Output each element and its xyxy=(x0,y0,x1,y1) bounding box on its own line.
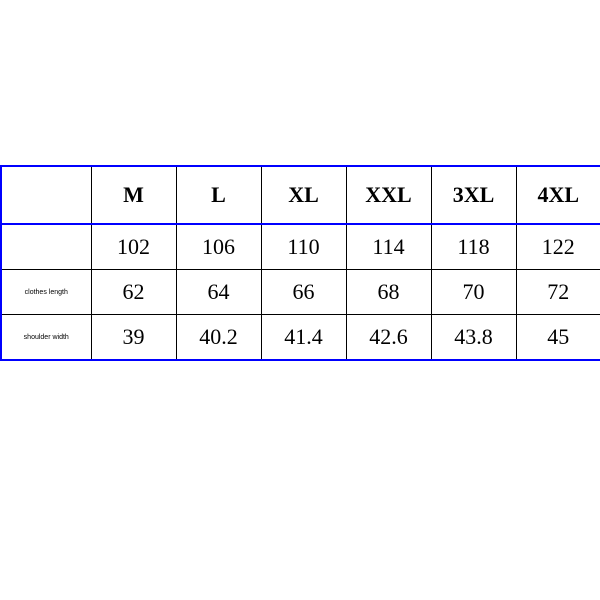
header-m: M xyxy=(91,166,176,224)
cell: 40.2 xyxy=(176,315,261,361)
cell: 118 xyxy=(431,224,516,270)
cell: 62 xyxy=(91,270,176,315)
size-table: M L XL XXL 3XL 4XL 102 106 110 114 118 1… xyxy=(0,165,600,361)
header-3xl: 3XL xyxy=(431,166,516,224)
cell: 72 xyxy=(516,270,600,315)
cell: 106 xyxy=(176,224,261,270)
cell: 110 xyxy=(261,224,346,270)
row-label-bust xyxy=(1,224,91,270)
cell: 64 xyxy=(176,270,261,315)
table-row: 102 106 110 114 118 122 xyxy=(1,224,600,270)
header-row: M L XL XXL 3XL 4XL xyxy=(1,166,600,224)
cell: 68 xyxy=(346,270,431,315)
cell: 66 xyxy=(261,270,346,315)
table-row: clothes length 62 64 66 68 70 72 xyxy=(1,270,600,315)
cell: 102 xyxy=(91,224,176,270)
cell: 114 xyxy=(346,224,431,270)
size-chart: M L XL XXL 3XL 4XL 102 106 110 114 118 1… xyxy=(0,165,600,361)
cell: 42.6 xyxy=(346,315,431,361)
header-l: L xyxy=(176,166,261,224)
header-xxl: XXL xyxy=(346,166,431,224)
cell: 122 xyxy=(516,224,600,270)
header-xl: XL xyxy=(261,166,346,224)
cell: 45 xyxy=(516,315,600,361)
cell: 39 xyxy=(91,315,176,361)
row-label-clothes-length: clothes length xyxy=(1,270,91,315)
row-label-shoulder-width: shoulder width xyxy=(1,315,91,361)
cell: 70 xyxy=(431,270,516,315)
cell: 43.8 xyxy=(431,315,516,361)
header-4xl: 4XL xyxy=(516,166,600,224)
header-blank xyxy=(1,166,91,224)
table-row: shoulder width 39 40.2 41.4 42.6 43.8 45 xyxy=(1,315,600,361)
cell: 41.4 xyxy=(261,315,346,361)
